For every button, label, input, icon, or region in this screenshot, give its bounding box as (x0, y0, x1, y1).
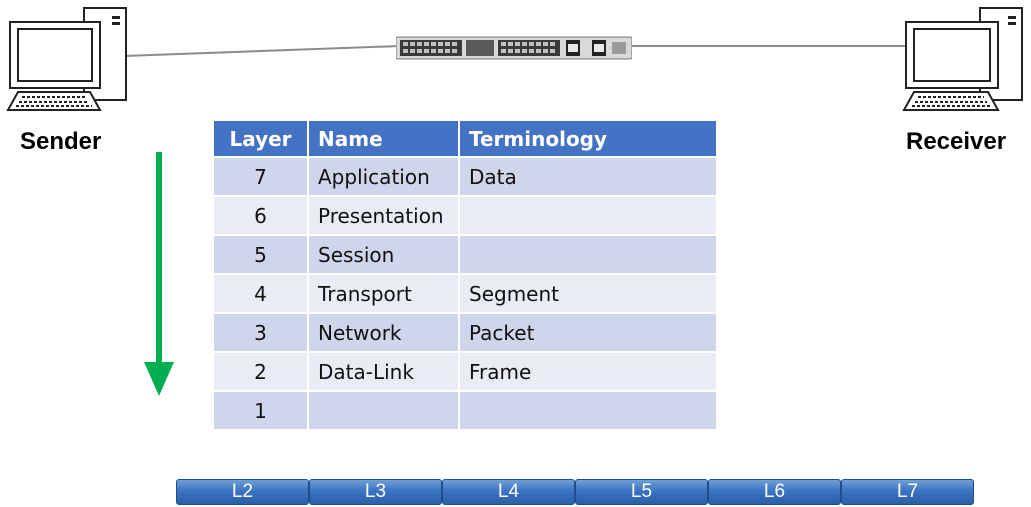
layer-terminology (458, 390, 718, 431)
encapsulation-bar: L2 L3 L4 L5 L6 L7 (176, 479, 974, 505)
column-header-terminology: Terminology (458, 119, 718, 158)
segment-l3: L3 (309, 479, 442, 505)
osi-layer-table: Layer Name Terminology 7 Application Dat… (212, 119, 718, 431)
layer-terminology: Frame (458, 351, 718, 392)
table-row: 6 Presentation (212, 195, 718, 236)
layer-name (307, 390, 460, 431)
layer-terminology: Packet (458, 312, 718, 353)
segment-l7: L7 (841, 479, 974, 505)
layer-name: Session (307, 234, 460, 275)
receiver-computer-icon (902, 6, 1030, 116)
table-row: 7 Application Data (212, 156, 718, 197)
segment-l6: L6 (708, 479, 841, 505)
layer-terminology (458, 195, 718, 236)
layer-terminology (458, 234, 718, 275)
layer-number: 5 (212, 234, 309, 275)
segment-l2: L2 (176, 479, 309, 505)
table-row: 5 Session (212, 234, 718, 275)
layer-name: Transport (307, 273, 460, 314)
table-row: 4 Transport Segment (212, 273, 718, 314)
receiver-label: Receiver (906, 128, 1007, 155)
table-row: 2 Data-Link Frame (212, 351, 718, 392)
layer-number: 6 (212, 195, 309, 236)
down-arrow-icon (144, 152, 174, 396)
table-row: 3 Network Packet (212, 312, 718, 353)
layer-number: 3 (212, 312, 309, 353)
layer-name: Network (307, 312, 460, 353)
segment-l4: L4 (442, 479, 575, 505)
segment-l5: L5 (575, 479, 708, 505)
sender-label: Sender (20, 128, 102, 155)
layer-terminology: Data (458, 156, 718, 197)
network-switch-icon (395, 36, 633, 64)
layer-name: Data-Link (307, 351, 460, 392)
layer-number: 7 (212, 156, 309, 197)
column-header-layer: Layer (212, 119, 309, 158)
column-header-name: Name (307, 119, 460, 158)
layer-number: 2 (212, 351, 309, 392)
table-header-row: Layer Name Terminology (212, 119, 718, 158)
table-row: 1 (212, 390, 718, 431)
layer-number: 1 (212, 390, 309, 431)
layer-name: Application (307, 156, 460, 197)
sender-computer-icon (4, 6, 132, 116)
layer-terminology: Segment (458, 273, 718, 314)
layer-name: Presentation (307, 195, 460, 236)
layer-number: 4 (212, 273, 309, 314)
